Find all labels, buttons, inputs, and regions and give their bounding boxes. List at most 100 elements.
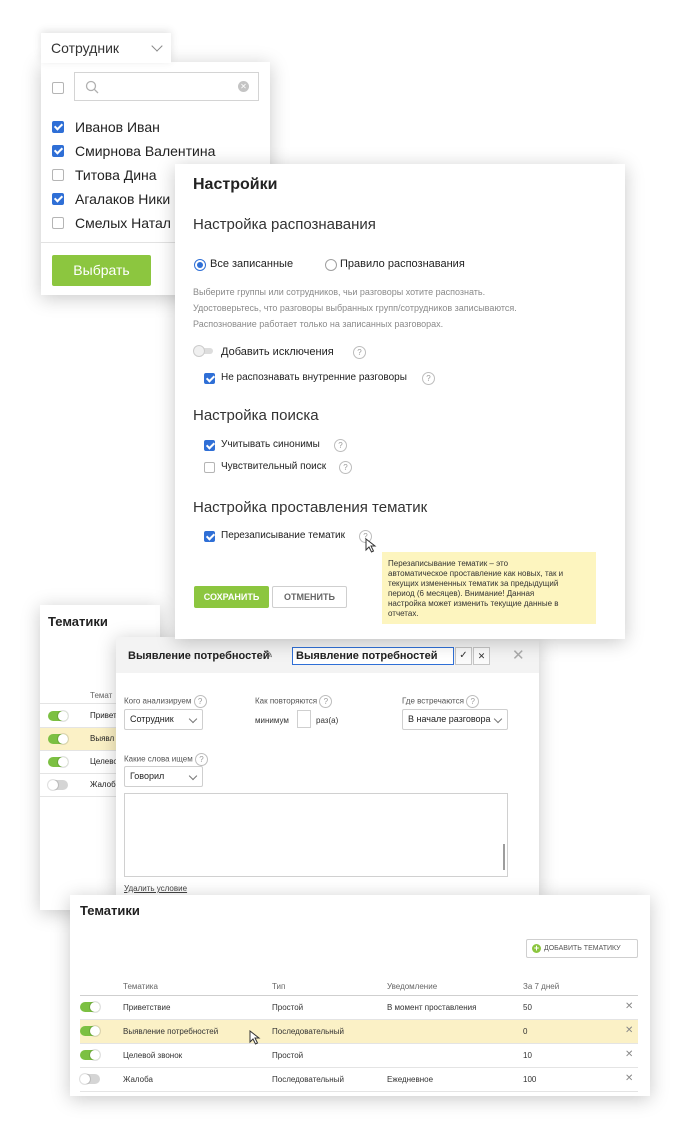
clear-search-icon[interactable]: ✕: [238, 81, 249, 92]
employee-checkbox[interactable]: [52, 193, 64, 205]
radio-button[interactable]: [194, 259, 206, 271]
help-icon[interactable]: ?: [422, 372, 435, 385]
topic-toggle[interactable]: [80, 1050, 100, 1060]
topics-back-title: Тематики: [48, 614, 108, 629]
select-all-checkbox[interactable]: [52, 82, 64, 94]
sensitive-option[interactable]: Чувствительный поиск ?: [204, 461, 374, 475]
radio-button[interactable]: [325, 259, 337, 271]
topic-name: Выявление потребностей: [123, 1027, 219, 1036]
employee-checkbox[interactable]: [52, 217, 64, 229]
employee-dropdown[interactable]: Сотрудник: [41, 33, 171, 63]
chevron-down-icon: [188, 714, 198, 724]
cancel-button[interactable]: ОТМЕНИТЬ: [272, 586, 347, 608]
topic-toggle[interactable]: [80, 1074, 100, 1084]
topic-name: Приветствие: [123, 1003, 171, 1012]
overwrite-checkbox[interactable]: [204, 531, 215, 542]
scrollbar[interactable]: [503, 844, 505, 870]
cancel-edit-button[interactable]: ✕: [473, 647, 490, 665]
no-internal-checkbox[interactable]: [204, 373, 215, 384]
table-row[interactable]: Жалоба Последовательный Ежедневное 100 ✕: [80, 1068, 638, 1092]
employee-checkbox[interactable]: [52, 169, 64, 181]
select-button[interactable]: Выбрать: [52, 255, 151, 286]
topic-toggle[interactable]: [48, 757, 68, 767]
toggle-switch[interactable]: [194, 346, 213, 356]
delete-icon[interactable]: ✕: [625, 1025, 633, 1036]
delete-icon[interactable]: ✕: [625, 1073, 633, 1084]
synonyms-option[interactable]: Учитывать синонимы ?: [204, 439, 374, 453]
employee-name: Смелых Натал: [75, 215, 171, 231]
help-icon[interactable]: ?: [334, 439, 347, 452]
radio-all-recorded[interactable]: Все записанные: [194, 258, 314, 274]
pencil-icon[interactable]: ✎: [264, 648, 273, 661]
table-row[interactable]: Приветствие Простой В момент проставлени…: [80, 996, 638, 1020]
who-label: Кого анализируем ?: [124, 695, 207, 708]
delete-icon[interactable]: ✕: [625, 1049, 633, 1060]
employee-dropdown-label: Сотрудник: [51, 40, 120, 56]
min-label: минимум: [255, 716, 289, 725]
topic-toggle[interactable]: [48, 711, 68, 721]
topic-toggle[interactable]: [48, 734, 68, 744]
topic-name-input[interactable]: Выявление потребностей: [292, 647, 454, 665]
topic-toggle[interactable]: [80, 1002, 100, 1012]
topic-notify: Ежедневное: [387, 1075, 434, 1084]
help-icon[interactable]: ?: [466, 695, 480, 708]
help-icon[interactable]: ?: [194, 753, 208, 766]
words-label: Какие слова ищем ?: [124, 753, 208, 766]
employee-name: Агалаков Ники: [75, 191, 171, 207]
add-topic-button[interactable]: + ДОБАВИТЬ ТЕМАТИКУ: [526, 939, 638, 958]
mouse-cursor-icon: [365, 538, 377, 553]
min-count-input[interactable]: [297, 710, 311, 728]
overwrite-option[interactable]: Перезаписывание тематик ?: [204, 530, 384, 544]
no-internal-option[interactable]: Не распознавать внутренние разговоры ?: [204, 372, 444, 386]
times-label: раз(а): [316, 716, 339, 725]
topics-heading: Настройка проставления тематик: [193, 499, 428, 516]
topic-type: Простой: [272, 1003, 304, 1012]
radio-recognition-rule[interactable]: Правило распознавания: [325, 258, 485, 274]
help-icon[interactable]: ?: [353, 346, 366, 359]
recognition-description: Выберите группы или сотрудников, чьи раз…: [193, 287, 517, 329]
employee-item[interactable]: Иванов Иван: [52, 119, 262, 139]
topic-name: Целево: [90, 757, 118, 766]
column-header: Уведомление: [387, 982, 438, 991]
table-row[interactable]: Выявление потребностей Последовательный …: [80, 1020, 638, 1044]
topic-toggle[interactable]: [80, 1026, 100, 1036]
settings-title: Настройки: [193, 176, 278, 193]
add-exceptions-toggle[interactable]: Добавить исключения ?: [194, 346, 375, 360]
topics-table-title: Тематики: [80, 903, 140, 918]
synonyms-checkbox[interactable]: [204, 440, 215, 451]
employee-search-input[interactable]: ✕: [74, 72, 259, 101]
topic-editor-header: Выявление потребностей ✎ Выявление потре…: [116, 637, 539, 673]
employee-name: Титова Дина: [75, 167, 157, 183]
chevron-down-icon: [188, 771, 198, 781]
employee-checkbox[interactable]: [52, 121, 64, 133]
overwrite-tooltip: Перезаписывание тематик – это автоматиче…: [382, 552, 596, 624]
repeat-label: Как повторяются ?: [255, 695, 333, 708]
close-icon[interactable]: ✕: [512, 646, 525, 664]
employee-name: Смирнова Валентина: [75, 143, 216, 159]
delete-icon[interactable]: ✕: [625, 1001, 633, 1012]
employee-name: Иванов Иван: [75, 119, 160, 135]
employee-item[interactable]: Смирнова Валентина: [52, 143, 262, 163]
words-textarea[interactable]: [124, 793, 508, 877]
column-header: За 7 дней: [523, 982, 560, 991]
table-row[interactable]: Целевой звонок Простой 10 ✕: [80, 1044, 638, 1068]
help-icon[interactable]: ?: [319, 695, 333, 708]
mouse-cursor-icon: [249, 1030, 261, 1045]
table-header: Тематика Тип Уведомление За 7 дней: [80, 977, 638, 996]
help-icon[interactable]: ?: [339, 461, 352, 474]
topic-editor-title: Выявление потребностей: [128, 650, 270, 662]
settings-panel: Настройки Настройка распознавания Все за…: [175, 164, 625, 639]
help-icon[interactable]: ?: [193, 695, 207, 708]
delete-condition-link[interactable]: Удалить условие: [124, 884, 187, 893]
words-select[interactable]: Говорил: [124, 766, 203, 787]
topic-toggle[interactable]: [48, 780, 68, 790]
plus-circle-icon: +: [532, 943, 541, 953]
employee-checkbox[interactable]: [52, 145, 64, 157]
confirm-button[interactable]: ✓: [455, 647, 472, 665]
topic-editor-panel: Выявление потребностей ✎ Выявление потре…: [116, 637, 539, 899]
save-button[interactable]: СОХРАНИТЬ: [194, 586, 269, 608]
where-select[interactable]: В начале разговора: [402, 709, 508, 730]
sensitive-checkbox[interactable]: [204, 462, 215, 473]
topic-count: 100: [523, 1075, 537, 1084]
who-select[interactable]: Сотрудник: [124, 709, 203, 730]
